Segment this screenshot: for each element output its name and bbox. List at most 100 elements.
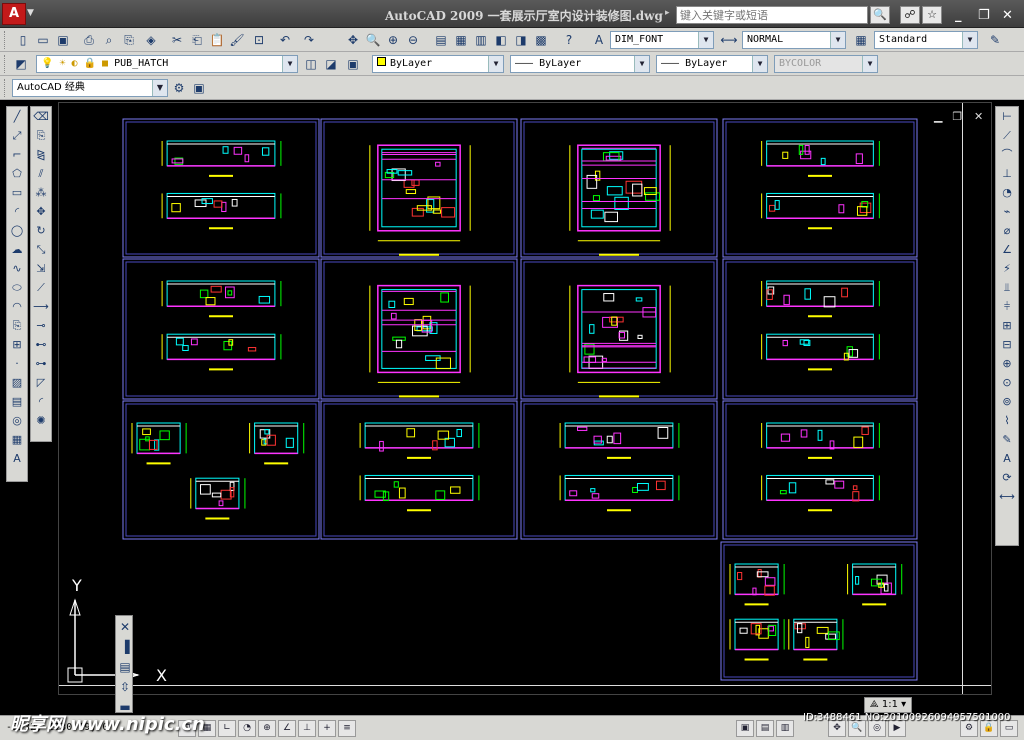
- line-icon[interactable]: ╱: [8, 108, 26, 126]
- properties-icon[interactable]: ▤: [432, 31, 450, 49]
- dynamic-input-button[interactable]: +: [318, 720, 336, 737]
- polar-tracking-button[interactable]: ◔: [238, 720, 256, 737]
- circle-icon[interactable]: ◯: [8, 222, 26, 240]
- revision-cloud-icon[interactable]: ☁: [8, 241, 26, 259]
- angular-icon[interactable]: ∠: [998, 241, 1016, 259]
- dim-style-select[interactable]: NORMAL ▼: [742, 31, 846, 49]
- restore-button[interactable]: ❐: [978, 8, 990, 23]
- diameter-icon[interactable]: ⌀: [998, 222, 1016, 240]
- multiline-text-icon[interactable]: A: [8, 450, 26, 468]
- make-current-layer-icon[interactable]: ◫: [302, 55, 320, 73]
- fillet-icon[interactable]: ◜: [32, 393, 50, 411]
- close-icon[interactable]: ✕: [116, 618, 134, 636]
- redo-icon[interactable]: ↷: [300, 31, 318, 49]
- rectangle-icon[interactable]: ▭: [8, 184, 26, 202]
- offset-icon[interactable]: ⫽: [32, 165, 50, 183]
- layer-previous-icon[interactable]: ◪: [322, 55, 340, 73]
- jogged-icon[interactable]: ⌁: [998, 203, 1016, 221]
- layer-select[interactable]: 💡 ☀ ◐ 🔒 ■ PUB_HATCH ▼: [36, 55, 298, 73]
- table-style-icon[interactable]: ▦: [852, 31, 870, 49]
- layer-states-icon[interactable]: ▣: [344, 55, 362, 73]
- break-at-point-icon[interactable]: ⊸: [32, 317, 50, 335]
- command-history-icon[interactable]: ▤: [116, 658, 134, 676]
- polygon-icon[interactable]: ⬠: [8, 165, 26, 183]
- arc-icon[interactable]: ◜: [8, 203, 26, 221]
- color-select[interactable]: ByLayer ▼: [372, 55, 504, 73]
- explode-icon[interactable]: ✺: [32, 412, 50, 430]
- workspace-settings-icon[interactable]: ⚙: [170, 79, 188, 97]
- dimension-text-edit-icon[interactable]: A: [998, 450, 1016, 468]
- array-icon[interactable]: ⁂: [32, 184, 50, 202]
- communication-center-icon[interactable]: ☍: [900, 6, 920, 24]
- 3d-dwf-icon[interactable]: ◈: [142, 31, 160, 49]
- region-icon[interactable]: ◎: [8, 412, 26, 430]
- zoom-realtime-icon[interactable]: 🔍: [364, 31, 382, 49]
- spline-icon[interactable]: ∿: [8, 260, 26, 278]
- new-file-icon[interactable]: ▯: [14, 31, 32, 49]
- erase-icon[interactable]: ⌫: [32, 108, 50, 126]
- search-input[interactable]: [676, 6, 868, 24]
- drawing-close-button[interactable]: ✕: [974, 110, 983, 123]
- table-icon[interactable]: ▦: [8, 431, 26, 449]
- toolbar-grip[interactable]: [4, 31, 7, 49]
- move-icon[interactable]: ✥: [32, 203, 50, 221]
- lineweight-button[interactable]: ≡: [338, 720, 356, 737]
- drawing-restore-button[interactable]: ❐: [952, 110, 962, 123]
- cut-icon[interactable]: ✂: [168, 31, 186, 49]
- sheet-set-icon[interactable]: ◧: [492, 31, 510, 49]
- markup-icon[interactable]: ◨: [512, 31, 530, 49]
- chevron-down-icon[interactable]: ▼: [962, 32, 977, 48]
- mirror-icon[interactable]: ⧎: [32, 146, 50, 164]
- extend-icon[interactable]: ⟶: [32, 298, 50, 316]
- object-snap-button[interactable]: ⊕: [258, 720, 276, 737]
- search-icon[interactable]: 🔍: [870, 6, 890, 24]
- layer-manager-icon[interactable]: ◩: [12, 55, 30, 73]
- continue-icon[interactable]: ⫩: [998, 298, 1016, 316]
- copy-object-icon[interactable]: ⎘: [32, 127, 50, 145]
- quick-view-button[interactable]: ▥: [776, 720, 794, 737]
- rotate-icon[interactable]: ↻: [32, 222, 50, 240]
- autocad-logo-icon[interactable]: A: [2, 3, 26, 25]
- ellipse-arc-icon[interactable]: ◠: [8, 298, 26, 316]
- chevron-down-icon[interactable]: ▼: [752, 56, 767, 72]
- my-workspace-icon[interactable]: ▣: [190, 79, 208, 97]
- open-file-icon[interactable]: ▭: [34, 31, 52, 49]
- workspace-select[interactable]: AutoCAD 经典 ▼: [12, 79, 168, 97]
- zoom-previous-icon[interactable]: ⊖: [404, 31, 422, 49]
- point-icon[interactable]: ·: [8, 355, 26, 373]
- baseline-icon[interactable]: ⫫: [998, 279, 1016, 297]
- tolerance-icon[interactable]: ⊕: [998, 355, 1016, 373]
- multileader-style-icon[interactable]: ✎: [986, 31, 1004, 49]
- stretch-icon[interactable]: ⇲: [32, 260, 50, 278]
- dock-icon[interactable]: ▐: [116, 638, 134, 656]
- insert-block-icon[interactable]: ⎘: [8, 317, 26, 335]
- dim-style-icon[interactable]: ⟷: [720, 31, 738, 49]
- dimension-edit-icon[interactable]: ✎: [998, 431, 1016, 449]
- match-properties-icon[interactable]: 🖌: [228, 31, 246, 49]
- help-icon[interactable]: ?: [560, 31, 578, 49]
- trim-icon[interactable]: ⟋: [32, 279, 50, 297]
- chevron-down-icon[interactable]: ▼: [698, 32, 713, 48]
- chevron-down-icon[interactable]: ▼: [830, 32, 845, 48]
- dimension-space-icon[interactable]: ⊞: [998, 317, 1016, 335]
- jogged-linear-icon[interactable]: ⌇: [998, 412, 1016, 430]
- scale-icon[interactable]: ⤡: [32, 241, 50, 259]
- chevron-down-icon[interactable]: ▼: [634, 56, 649, 72]
- break-icon[interactable]: ⊷: [32, 336, 50, 354]
- make-block-icon[interactable]: ⊞: [8, 336, 26, 354]
- minimize-button[interactable]: _: [955, 8, 962, 23]
- ordinate-icon[interactable]: ⊥: [998, 165, 1016, 183]
- paste-icon[interactable]: 📋: [208, 31, 226, 49]
- app-menu-arrow-icon[interactable]: ▼: [27, 8, 34, 18]
- layout-button[interactable]: ▤: [756, 720, 774, 737]
- quick-dimension-icon[interactable]: ⚡: [998, 260, 1016, 278]
- ducs-button[interactable]: ⊥: [298, 720, 316, 737]
- linetype-select[interactable]: ——— ByLayer ▼: [510, 55, 650, 73]
- favorites-star-icon[interactable]: ☆: [922, 6, 942, 24]
- text-style-icon[interactable]: A: [590, 31, 608, 49]
- tool-palettes-icon[interactable]: ▥: [472, 31, 490, 49]
- model-space-canvas[interactable]: [58, 102, 992, 695]
- center-mark-icon[interactable]: ⊙: [998, 374, 1016, 392]
- close-button[interactable]: ✕: [1002, 8, 1013, 23]
- chevron-down-icon[interactable]: ▼: [282, 56, 297, 72]
